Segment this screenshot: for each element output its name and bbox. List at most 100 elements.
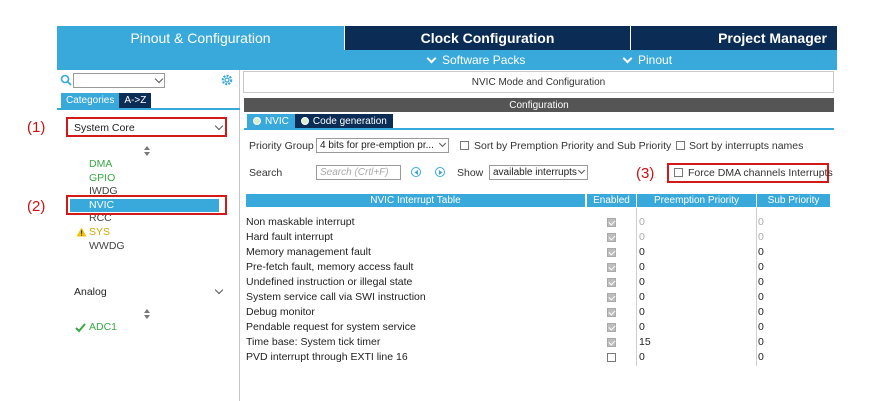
interrupt-name: Hard fault interrupt bbox=[246, 231, 333, 243]
sub-priority-cell[interactable]: 0 bbox=[758, 260, 764, 275]
section-analog[interactable]: Analog bbox=[70, 284, 230, 300]
sort-icon[interactable] bbox=[143, 146, 151, 156]
sort-icon[interactable] bbox=[143, 309, 151, 319]
annotation-box-system-core bbox=[66, 117, 227, 137]
column-header-interrupt[interactable]: NVIC Interrupt Table bbox=[246, 194, 585, 207]
tab-label: Pinout & Configuration bbox=[130, 30, 271, 46]
column-header-enabled[interactable]: Enabled bbox=[587, 194, 636, 207]
table-row[interactable]: System service call via SWI instruction 0… bbox=[246, 290, 830, 305]
panel-header: NVIC Mode and Configuration bbox=[243, 71, 834, 93]
enabled-checkbox[interactable] bbox=[607, 353, 616, 362]
preemption-priority-cell[interactable]: 0 bbox=[639, 260, 645, 275]
table-row[interactable]: PVD interrupt through EXTI line 16 0 0 bbox=[246, 350, 830, 365]
list-item-sys[interactable]: SYS bbox=[89, 226, 110, 239]
sub-priority-cell[interactable]: 0 bbox=[758, 230, 764, 245]
interrupt-name: Non maskable interrupt bbox=[246, 216, 355, 228]
column-header-sub-priority[interactable]: Sub Priority bbox=[757, 194, 830, 207]
table-row[interactable]: Pre-fetch fault, memory access fault 0 0 bbox=[246, 260, 830, 275]
tab-pinout-configuration[interactable]: Pinout & Configuration bbox=[57, 26, 344, 50]
tab-label: Project Manager bbox=[718, 30, 827, 46]
preemption-priority-cell[interactable]: 0 bbox=[639, 215, 645, 230]
tab-label: Clock Configuration bbox=[420, 30, 555, 46]
search-icon[interactable] bbox=[60, 74, 72, 86]
enabled-checkbox bbox=[607, 323, 616, 332]
list-item-gpio[interactable]: GPIO bbox=[89, 172, 115, 185]
sort-names-checkbox[interactable] bbox=[676, 141, 685, 150]
tab-code-generation[interactable]: Code generation bbox=[294, 114, 393, 128]
preemption-priority-cell[interactable]: 15 bbox=[639, 335, 651, 350]
search-next-button[interactable] bbox=[435, 167, 445, 177]
check-icon bbox=[75, 323, 86, 333]
list-item-wwdg[interactable]: WWDG bbox=[89, 240, 125, 253]
sort-names-label: Sort by interrupts names bbox=[689, 140, 804, 152]
chevron-down-icon bbox=[622, 53, 633, 63]
table-row[interactable]: Non maskable interrupt 0 0 bbox=[246, 215, 830, 230]
category-search-input[interactable] bbox=[73, 73, 165, 88]
sort-premption-checkbox[interactable] bbox=[460, 141, 469, 150]
sub-priority-cell[interactable]: 0 bbox=[758, 350, 764, 365]
table-row[interactable]: Hard fault interrupt 0 0 bbox=[246, 230, 830, 245]
tab-nvic[interactable]: NVIC bbox=[247, 114, 295, 128]
preemption-priority-cell[interactable]: 0 bbox=[639, 275, 645, 290]
table-row[interactable]: Undefined instruction or illegal state 0 0 bbox=[246, 275, 830, 290]
table-row[interactable]: Time base: System tick timer 15 0 bbox=[246, 335, 830, 350]
preemption-priority-cell[interactable]: 0 bbox=[639, 320, 645, 335]
enabled-checkbox bbox=[607, 293, 616, 302]
annotation-label-3: (3) bbox=[636, 165, 655, 182]
warning-icon bbox=[76, 227, 87, 237]
tab-categories[interactable]: Categories bbox=[61, 93, 120, 108]
search-previous-button[interactable] bbox=[411, 167, 421, 177]
sub-priority-cell[interactable]: 0 bbox=[758, 335, 764, 350]
annotation-label-2: (2) bbox=[27, 198, 46, 215]
preemption-priority-cell[interactable]: 0 bbox=[639, 245, 645, 260]
sort-premption-label: Sort by Premption Priority and Sub Prior… bbox=[474, 140, 672, 152]
chevron-down-icon bbox=[214, 285, 224, 295]
tab-a-to-z[interactable]: A->Z bbox=[119, 93, 152, 108]
interrupt-name: Debug monitor bbox=[246, 306, 315, 318]
interrupt-name: System service call via SWI instruction bbox=[246, 291, 426, 303]
preemption-priority-cell[interactable]: 0 bbox=[639, 350, 645, 365]
interrupt-name: Pendable request for system service bbox=[246, 321, 416, 333]
force-dma-checkbox[interactable] bbox=[674, 168, 683, 177]
pinout-menu[interactable]: Pinout bbox=[622, 53, 672, 67]
arrow-left-icon bbox=[414, 169, 418, 175]
enabled-checkbox bbox=[607, 338, 616, 347]
preemption-priority-cell[interactable]: 0 bbox=[639, 305, 645, 320]
sub-priority-cell[interactable]: 0 bbox=[758, 290, 764, 305]
priority-group-select[interactable]: 4 bits for pre-emption pr... bbox=[316, 138, 449, 153]
annotation-label-1: (1) bbox=[27, 119, 46, 136]
chevron-down-icon bbox=[438, 139, 447, 148]
enabled-checkbox bbox=[607, 278, 616, 287]
interrupt-name: Pre-fetch fault, memory access fault bbox=[246, 261, 414, 273]
table-row[interactable]: Pendable request for system service 0 0 bbox=[246, 320, 830, 335]
enabled-checkbox bbox=[607, 218, 616, 227]
sub-priority-cell[interactable]: 0 bbox=[758, 245, 764, 260]
force-dma-label: Force DMA channels Interrupts bbox=[688, 167, 833, 179]
enabled-checkbox bbox=[607, 308, 616, 317]
show-label: Show bbox=[457, 167, 484, 179]
column-header-preemption[interactable]: Preemption Priority bbox=[637, 194, 756, 207]
chevron-down-icon bbox=[426, 53, 437, 63]
tab-clock-configuration[interactable]: Clock Configuration bbox=[345, 26, 630, 50]
tab-project-manager[interactable]: Project Manager bbox=[631, 26, 837, 50]
table-row[interactable]: Debug monitor 0 0 bbox=[246, 305, 830, 320]
interrupt-name: PVD interrupt through EXTI line 16 bbox=[246, 351, 408, 363]
gear-icon[interactable] bbox=[220, 73, 234, 87]
show-select[interactable]: available interrupts bbox=[489, 165, 588, 180]
annotation-box-nvic bbox=[66, 195, 227, 215]
preemption-priority-cell[interactable]: 0 bbox=[639, 290, 645, 305]
preemption-priority-cell[interactable]: 0 bbox=[639, 230, 645, 245]
table-row[interactable]: Memory management fault 0 0 bbox=[246, 245, 830, 260]
sub-priority-cell[interactable]: 0 bbox=[758, 305, 764, 320]
list-item-dma[interactable]: DMA bbox=[89, 158, 112, 171]
software-packs-menu[interactable]: Software Packs bbox=[426, 53, 525, 67]
configuration-tabs: NVIC Code generation bbox=[247, 114, 393, 128]
search-label: Search bbox=[249, 167, 283, 179]
chevron-down-icon bbox=[154, 74, 164, 84]
interrupt-search-input[interactable]: Search (Crtl+F) bbox=[316, 165, 401, 180]
sub-priority-cell[interactable]: 0 bbox=[758, 275, 764, 290]
list-item-adc1[interactable]: ADC1 bbox=[89, 321, 117, 334]
status-dot-icon bbox=[253, 117, 261, 125]
sub-priority-cell[interactable]: 0 bbox=[758, 320, 764, 335]
sub-priority-cell[interactable]: 0 bbox=[758, 215, 764, 230]
